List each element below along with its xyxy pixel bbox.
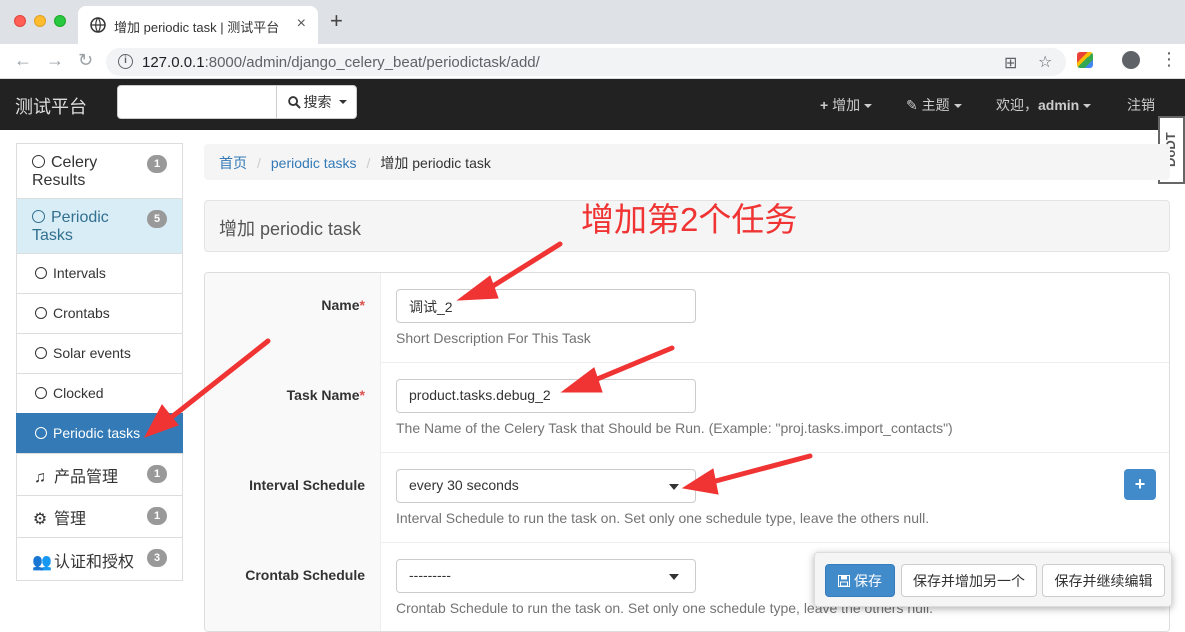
sidebar: Celery Results 1 Periodic Tasks 5 Interv… — [16, 143, 183, 581]
back-icon[interactable]: ← — [14, 50, 32, 71]
translate-icon[interactable]: ⊞ — [1004, 53, 1017, 73]
interval-help: Interval Schedule to run the task on. Se… — [396, 510, 930, 526]
forward-icon[interactable]: → — [46, 50, 64, 71]
profile-avatar-icon[interactable] — [1122, 51, 1140, 69]
form-row-interval: Interval Schedule every 30 seconds Inter… — [205, 453, 1169, 543]
count-badge: 5 — [147, 210, 167, 228]
breadcrumb: 首页 / periodic tasks / 增加 periodic task — [204, 144, 1170, 180]
info-icon[interactable]: i — [118, 54, 133, 69]
maximize-window-button[interactable] — [54, 15, 66, 27]
count-badge: 1 — [147, 507, 167, 525]
magic-wand-icon: ✎ — [906, 97, 918, 113]
sidebar-item-auth[interactable]: 👥 认证和授权 3 — [16, 537, 183, 581]
plus-icon: + — [820, 97, 829, 113]
circle-icon — [35, 347, 47, 359]
browser-toolbar: ← → ↻ i 127.0.0.1:8000/admin/django_cele… — [0, 44, 1185, 79]
task-name-help: The Name of the Celery Task that Should … — [396, 420, 953, 436]
top-navbar: 测试平台 搜索 + 增加 ✎ 主题 欢迎，admin 注销 — [0, 79, 1185, 130]
crontab-label: Crontab Schedule — [205, 543, 381, 631]
circle-icon — [35, 427, 47, 439]
search-input[interactable] — [118, 86, 276, 118]
address-bar[interactable]: i 127.0.0.1:8000/admin/django_celery_bea… — [106, 48, 1066, 76]
dropdown-arrow-icon — [669, 484, 679, 490]
save-and-continue-button[interactable]: 保存并继续编辑 — [1042, 564, 1165, 597]
sidebar-item-solar-events[interactable]: Solar events — [16, 333, 183, 374]
crontab-select[interactable]: --------- — [396, 559, 696, 593]
name-help: Short Description For This Task — [396, 330, 591, 346]
sidebar-item-clocked[interactable]: Clocked — [16, 373, 183, 414]
add-menu[interactable]: + 增加 — [820, 95, 873, 115]
theme-menu[interactable]: ✎ 主题 — [906, 95, 962, 115]
circle-icon — [35, 267, 47, 279]
interval-label: Interval Schedule — [205, 453, 381, 543]
name-field[interactable]: 调试_2 — [396, 289, 696, 323]
sidebar-item-management[interactable]: ⚙ 管理 1 — [16, 495, 183, 538]
breadcrumb-section[interactable]: periodic tasks — [271, 155, 357, 171]
breadcrumb-current: 增加 periodic task — [380, 155, 491, 171]
gear-icon: ⚙ — [32, 511, 48, 528]
tab-title: 增加 periodic task | 测试平台 — [114, 20, 280, 35]
circle-icon — [35, 387, 47, 399]
count-badge: 1 — [147, 155, 167, 173]
reload-icon[interactable]: ↻ — [78, 50, 93, 71]
task-name-field[interactable]: product.tasks.debug_2 — [396, 379, 696, 413]
search-button[interactable]: 搜索 — [276, 86, 357, 118]
interval-select[interactable]: every 30 seconds — [396, 469, 696, 503]
circle-icon — [32, 210, 45, 223]
save-bar: 保存 保存并增加另一个 保存并继续编辑 — [814, 552, 1172, 607]
save-and-add-another-button[interactable]: 保存并增加另一个 — [901, 564, 1037, 597]
form-row-task-name: Task Name* product.tasks.debug_2 The Nam… — [205, 363, 1169, 453]
save-button[interactable]: 保存 — [825, 564, 895, 597]
sidebar-item-crontabs[interactable]: Crontabs — [16, 293, 183, 334]
count-badge: 3 — [147, 549, 167, 567]
breadcrumb-home[interactable]: 首页 — [219, 155, 247, 171]
brand-title[interactable]: 测试平台 — [15, 93, 87, 119]
logout-link[interactable]: 注销 — [1127, 95, 1155, 115]
circle-icon — [35, 307, 47, 319]
search-form: 搜索 — [117, 85, 357, 119]
browser-tab[interactable]: 增加 periodic task | 测试平台 × — [78, 6, 318, 44]
search-icon — [287, 95, 301, 109]
minimize-window-button[interactable] — [34, 15, 46, 27]
count-badge: 1 — [147, 465, 167, 483]
globe-icon — [90, 17, 106, 33]
extension-icon[interactable] — [1077, 52, 1093, 68]
annotation-text: 增加第2个任务 — [581, 201, 798, 238]
circle-icon — [32, 155, 45, 168]
sidebar-item-celery-results[interactable]: Celery Results 1 — [16, 143, 183, 199]
search-button-label: 搜索 — [303, 94, 332, 110]
name-label: Name* — [205, 273, 381, 363]
bookmark-star-icon[interactable]: ☆ — [1038, 52, 1052, 72]
add-interval-button[interactable]: + — [1124, 469, 1156, 500]
sidebar-item-periodic-tasks-group[interactable]: Periodic Tasks 5 — [16, 198, 183, 254]
users-icon: 👥 — [32, 554, 52, 571]
form-row-name: Name* 调试_2 Short Description For This Ta… — [205, 273, 1169, 363]
task-name-label: Task Name* — [205, 363, 381, 453]
new-tab-button[interactable]: + — [330, 10, 343, 32]
close-window-button[interactable] — [14, 15, 26, 27]
url-text: 127.0.0.1:8000/admin/django_celery_beat/… — [142, 54, 540, 71]
tab-close-icon[interactable]: × — [297, 15, 306, 33]
music-icon: ♫ — [34, 469, 46, 486]
sidebar-item-product-management[interactable]: ♫ 产品管理 1 — [16, 453, 183, 496]
menu-kebab-icon[interactable]: ⋮ — [1160, 49, 1178, 70]
sidebar-item-intervals[interactable]: Intervals — [16, 253, 183, 294]
user-menu[interactable]: 欢迎，admin — [996, 95, 1092, 115]
floppy-disk-icon — [838, 574, 850, 587]
browser-tabstrip: 增加 periodic task | 测试平台 × + — [0, 0, 1185, 44]
dropdown-arrow-icon — [669, 574, 679, 580]
sidebar-item-periodic-tasks[interactable]: Periodic tasks — [16, 413, 183, 454]
